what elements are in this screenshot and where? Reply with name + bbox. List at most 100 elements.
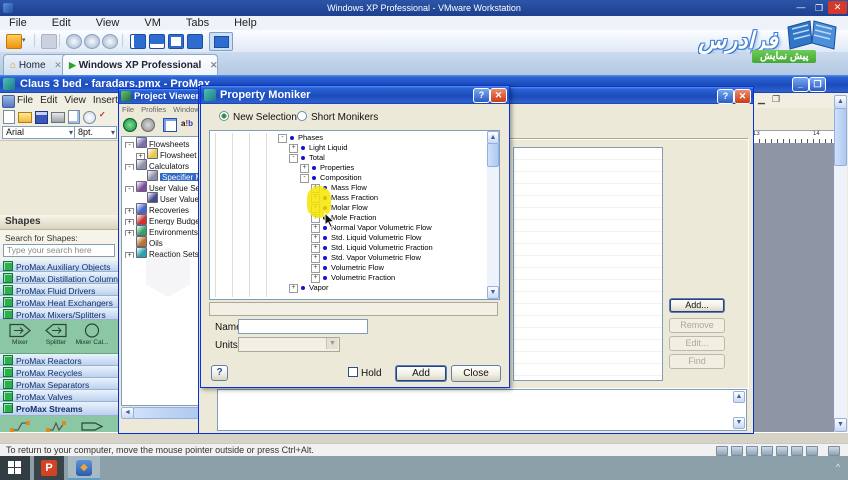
tree-expander-icon[interactable]: - bbox=[125, 142, 134, 148]
tree-item-label[interactable]: Flowsheet bbox=[160, 151, 196, 159]
moniker-close-icon[interactable]: ✕ bbox=[490, 88, 507, 103]
tree-item-label[interactable]: Oils bbox=[149, 239, 163, 247]
tree-item-label[interactable]: Calculators bbox=[149, 162, 189, 170]
moniker-tree-item-molar-flow[interactable]: + Molar Flow bbox=[210, 203, 486, 213]
tab-home-close-icon[interactable]: ✕ bbox=[54, 60, 62, 70]
pv-menu-file[interactable]: File bbox=[122, 105, 134, 114]
tab-windows-xp-close-icon[interactable]: ✕ bbox=[210, 60, 217, 70]
tree-item-label[interactable]: Vapor bbox=[309, 283, 328, 293]
tree-expander-icon[interactable]: + bbox=[289, 284, 298, 293]
tree-item-label[interactable]: User Value Se bbox=[149, 184, 200, 192]
radio-new-selection[interactable]: New Selection bbox=[219, 111, 297, 123]
hold-checkbox[interactable]: Hold bbox=[348, 367, 382, 379]
powerpoint-button[interactable]: P bbox=[34, 456, 64, 480]
tree-expander-icon[interactable]: + bbox=[125, 252, 134, 258]
specifier-help-icon[interactable]: ? bbox=[717, 89, 734, 104]
scroll-up-icon[interactable]: ▲ bbox=[733, 391, 745, 403]
sound-icon[interactable] bbox=[776, 446, 788, 456]
tree-expander-icon[interactable]: - bbox=[125, 186, 134, 192]
open-icon[interactable] bbox=[18, 112, 32, 123]
tree-expander-icon[interactable]: - bbox=[125, 164, 134, 170]
vmware-menu-file[interactable]: File bbox=[0, 16, 36, 30]
tree-item-label[interactable]: Mole Fraction bbox=[331, 213, 376, 223]
maximize-icon[interactable]: ❐ bbox=[812, 3, 826, 14]
tree-item-label[interactable]: Std. Vapor Volumetric Flow bbox=[331, 253, 421, 263]
tree-item-label[interactable]: Properties bbox=[320, 163, 354, 173]
tree-item-label[interactable]: Flowsheets bbox=[149, 140, 189, 148]
tree-item-label[interactable]: Std. Liquid Volumetric Fraction bbox=[331, 243, 433, 253]
moniker-scrollbar-thumb[interactable] bbox=[487, 143, 499, 167]
shapes-search-input[interactable]: Type your search here bbox=[3, 244, 115, 257]
promax-menu-insert[interactable]: Insert bbox=[93, 95, 118, 106]
new-document-icon[interactable] bbox=[3, 110, 15, 124]
tree-expander-icon[interactable]: + bbox=[311, 224, 320, 233]
tree-expander-icon[interactable]: + bbox=[289, 144, 298, 153]
shape-mixer[interactable]: Mixer bbox=[2, 322, 38, 346]
unity-button[interactable] bbox=[187, 34, 203, 49]
moniker-tree-item-mass-fraction[interactable]: + Mass Fraction bbox=[210, 193, 486, 203]
radio-short-monikers[interactable]: Short Monikers bbox=[297, 111, 378, 123]
moniker-tree-scrollbar[interactable]: ▲ ▼ bbox=[487, 131, 499, 299]
tree-expander-icon[interactable]: - bbox=[300, 174, 309, 183]
tree-item-label[interactable]: Energy Budge bbox=[149, 217, 200, 225]
hard-disk-icon[interactable] bbox=[716, 446, 728, 456]
tree-item-label[interactable]: Light Liquid bbox=[309, 143, 347, 153]
save-icon[interactable] bbox=[35, 111, 48, 124]
add-button[interactable]: Add bbox=[395, 365, 447, 382]
snapshot-manager-button[interactable] bbox=[102, 34, 118, 49]
find-icon[interactable] bbox=[83, 111, 96, 124]
moniker-tree-item-vapor[interactable]: + Vapor bbox=[210, 283, 486, 293]
shapes-section-6[interactable]: ProMax Recycles bbox=[0, 366, 118, 378]
vmware-menu-edit[interactable]: Edit bbox=[43, 16, 80, 30]
tree-item-label[interactable]: Phases bbox=[298, 133, 323, 143]
tree-expander-icon[interactable]: + bbox=[311, 204, 320, 213]
promax-menu-edit[interactable]: Edit bbox=[40, 95, 57, 106]
doc-minimize-icon[interactable]: ▁ bbox=[758, 94, 765, 105]
print-preview-icon[interactable] bbox=[68, 110, 80, 124]
moniker-help-icon[interactable]: ? bbox=[473, 88, 490, 103]
moniker-tree-item-std-liquid-volumetric-flow[interactable]: + Std. Liquid Volumetric Flow bbox=[210, 233, 486, 243]
tab-windows-xp[interactable]: ▶ Windows XP Professional ✕ bbox=[62, 54, 218, 75]
shapes-section-8[interactable]: ProMax Valves bbox=[0, 390, 118, 402]
power-button[interactable] bbox=[6, 34, 22, 49]
shape-mixer-cal-[interactable]: Mixer Cal... bbox=[74, 322, 110, 346]
specifier-add-button[interactable]: Add... bbox=[669, 298, 725, 313]
tree-expander-icon[interactable]: + bbox=[311, 184, 320, 193]
start-button[interactable] bbox=[0, 456, 30, 480]
tree-item-label[interactable]: Volumetric Fraction bbox=[331, 273, 395, 283]
promax-minimize-icon[interactable]: _ bbox=[792, 77, 809, 92]
close-icon[interactable]: ✕ bbox=[828, 1, 847, 14]
spelling-icon[interactable]: ✓ bbox=[99, 110, 113, 122]
vmware-workstation-button[interactable]: ◆ bbox=[68, 456, 100, 480]
tree-expander-icon[interactable]: - bbox=[289, 154, 298, 163]
pv-menu-window[interactable]: Window bbox=[173, 105, 200, 114]
pv-menu-profiles[interactable]: Profiles bbox=[141, 105, 166, 114]
tree-item-label[interactable]: Total bbox=[309, 153, 325, 163]
specifier-list[interactable] bbox=[513, 147, 663, 381]
moniker-tree-item-std-liquid-volumetric-fraction[interactable]: + Std. Liquid Volumetric Fraction bbox=[210, 243, 486, 253]
tree-expander-icon[interactable]: + bbox=[311, 264, 320, 273]
tree-item-label[interactable]: Mass Fraction bbox=[331, 193, 378, 203]
moniker-tree-item-volumetric-flow[interactable]: + Volumetric Flow bbox=[210, 263, 486, 273]
name-input[interactable] bbox=[238, 319, 368, 334]
tree-expander-icon[interactable]: + bbox=[311, 274, 320, 283]
snapshot-take-button[interactable] bbox=[66, 34, 82, 49]
tree-expander-icon[interactable]: + bbox=[311, 214, 320, 223]
moniker-tree-item-volumetric-fraction[interactable]: + Volumetric Fraction bbox=[210, 273, 486, 283]
pv-scrollbar-thumb[interactable] bbox=[133, 407, 201, 419]
vertical-scrollbar[interactable]: ▲ ▼ bbox=[834, 95, 847, 432]
moniker-tree-item-properties[interactable]: + Properties bbox=[210, 163, 486, 173]
promax-menu-file[interactable]: File bbox=[17, 95, 33, 106]
usb-icon[interactable] bbox=[791, 446, 803, 456]
shapes-section-5[interactable]: ProMax Reactors bbox=[0, 354, 118, 366]
tree-item-label[interactable]: Volumetric Flow bbox=[331, 263, 384, 273]
shapes-section-7[interactable]: ProMax Separators bbox=[0, 378, 118, 390]
tree-expander-icon[interactable]: + bbox=[311, 194, 320, 203]
scroll-down-icon[interactable]: ▼ bbox=[487, 286, 499, 299]
moniker-titlebar[interactable]: Property Moniker ? ✕ bbox=[201, 86, 509, 104]
printer-icon[interactable] bbox=[761, 446, 773, 456]
specifier-description-box[interactable]: ▲ ▼ bbox=[217, 389, 747, 431]
scroll-down-icon[interactable]: ▼ bbox=[733, 417, 745, 429]
print-icon[interactable] bbox=[51, 112, 65, 123]
tree-item-label[interactable]: Environments bbox=[149, 228, 198, 236]
